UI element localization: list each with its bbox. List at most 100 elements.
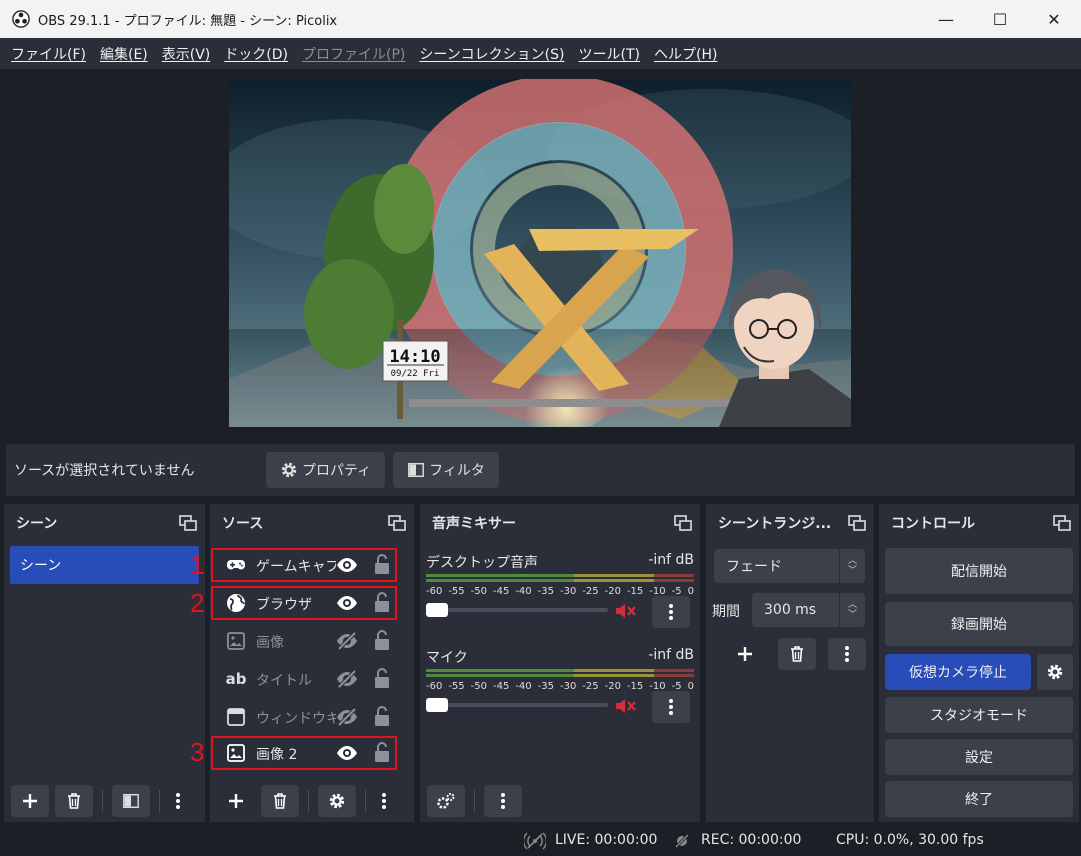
add-transition-button[interactable] [726, 638, 764, 670]
undock-icon[interactable] [674, 515, 692, 531]
title-bar: OBS 29.1.1 - プロファイル: 無題 - シーン: Picolix —… [0, 0, 1081, 38]
exit-button[interactable]: 終了 [885, 781, 1073, 817]
duration-label: 期間 [712, 604, 740, 620]
channel-menu-button[interactable] [652, 691, 690, 723]
menu-tools[interactable]: ツール(T) [572, 44, 647, 64]
filter-icon [123, 793, 139, 809]
sources-dock-title: ソース [222, 516, 264, 532]
lock-icon[interactable] [373, 629, 391, 651]
gear-icon [329, 793, 345, 809]
lock-icon[interactable] [373, 667, 391, 689]
volume-slider[interactable] [426, 603, 608, 617]
remove-transition-button[interactable] [778, 638, 816, 670]
channel-menu-button[interactable] [652, 596, 690, 628]
source-name: ウィンドウキャプチャ [256, 711, 336, 727]
highlight-box [211, 736, 397, 770]
sources-menu-button[interactable] [375, 785, 393, 817]
highlight-box [211, 548, 397, 582]
eye-hidden-icon[interactable] [336, 668, 358, 690]
menu-help[interactable]: ヘルプ(H) [647, 44, 724, 64]
volume-slider[interactable] [426, 698, 608, 712]
remove-scene-button[interactable] [55, 785, 93, 817]
studio-mode-button[interactable]: スタジオモード [885, 697, 1073, 733]
menu-docks[interactable]: ドック(D) [217, 44, 295, 64]
undock-icon[interactable] [388, 515, 406, 531]
mixer-toolbar [420, 780, 700, 822]
transitions-dock: シーントランジ... フェード ︿ ﹀ 期間 300 ms ︿ ﹀ [706, 504, 874, 822]
undock-icon[interactable] [848, 515, 866, 531]
menu-view[interactable]: 表示(V) [155, 44, 218, 64]
live-time: LIVE: 00:00:00 [555, 832, 658, 848]
mixer-menu-button[interactable] [484, 785, 522, 817]
undock-icon[interactable] [179, 515, 197, 531]
scenes-dock: シーン シーン [4, 504, 205, 822]
start-streaming-button[interactable]: 配信開始 [885, 548, 1073, 594]
settings-button[interactable]: 設定 [885, 739, 1073, 775]
volume-slider-handle[interactable] [426, 698, 448, 712]
lock-icon[interactable] [373, 705, 391, 727]
menu-edit[interactable]: 編集(E) [93, 44, 155, 64]
eye-hidden-icon[interactable] [336, 630, 358, 652]
properties-button[interactable]: プロパティ [266, 452, 386, 488]
start-recording-button[interactable]: 録画開始 [885, 602, 1073, 646]
volume-slider-handle[interactable] [426, 603, 448, 617]
virtual-camera-button[interactable]: 仮想カメラ停止 [885, 654, 1031, 690]
undock-icon[interactable] [1053, 515, 1071, 531]
close-button[interactable]: ✕ [1027, 0, 1081, 38]
menu-scene-collection[interactable]: シーンコレクション(S) [412, 44, 571, 64]
duration-spinbox[interactable]: 300 ms ︿ ﹀ [752, 593, 865, 627]
controls-title: コントロール [891, 516, 975, 532]
transition-toolbar [712, 638, 872, 670]
plus-icon [738, 647, 752, 661]
sources-toolbar [210, 780, 414, 822]
chevron-updown-icon: ︿ ﹀ [839, 549, 865, 583]
menu-profile[interactable]: プロファイル(P) [295, 44, 412, 64]
add-scene-button[interactable] [11, 785, 49, 817]
trash-icon [68, 793, 80, 809]
filters-label: フィルタ [429, 463, 485, 479]
add-source-button[interactable] [217, 785, 255, 817]
spinner-arrows-icon[interactable]: ︿ ﹀ [839, 593, 865, 627]
transition-selected: フェード [726, 559, 782, 575]
source-item[interactable]: ウィンドウキャプチャ [210, 699, 414, 735]
window-title: OBS 29.1.1 - プロファイル: 無題 - シーン: Picolix [38, 13, 338, 29]
eye-hidden-icon[interactable] [336, 706, 358, 728]
remove-source-button[interactable] [261, 785, 299, 817]
scene-item[interactable]: シーン [10, 546, 199, 584]
source-item[interactable]: ab タイトル [210, 661, 414, 697]
source-item[interactable]: 画像 [210, 623, 414, 659]
filters-button[interactable]: フィルタ [393, 452, 499, 488]
scenes-dock-title: シーン [16, 516, 58, 532]
source-name: タイトル [256, 673, 312, 689]
marker-number: 1 [190, 550, 205, 580]
source-properties-button[interactable] [318, 785, 356, 817]
more-vertical-icon [669, 699, 673, 715]
text-icon: ab [225, 670, 247, 688]
muted-speaker-icon[interactable] [614, 697, 638, 715]
maximize-button[interactable]: ☐ [973, 0, 1027, 38]
advanced-audio-button[interactable] [427, 785, 465, 817]
transition-menu-button[interactable] [828, 638, 866, 670]
mixer-channel: デスクトップ音声 -inf dB -60 -55 -50 -45 -40 -35 -30 -2… [426, 552, 694, 632]
plus-icon [23, 794, 37, 808]
marker-number: 2 [190, 588, 205, 618]
preview-scene-image: 14:10 09/22 Fri [229, 79, 851, 427]
more-vertical-icon [176, 793, 180, 809]
obs-logo-icon [12, 10, 30, 28]
virtual-camera-settings-button[interactable] [1037, 654, 1073, 690]
scenes-menu-button[interactable] [169, 785, 187, 817]
minimize-button[interactable]: — [919, 0, 973, 38]
clock-widget: 14:10 09/22 Fri [382, 340, 449, 382]
plus-icon [229, 794, 243, 808]
marker-number: 3 [190, 737, 205, 767]
muted-speaker-icon[interactable] [614, 602, 638, 620]
window-icon [226, 707, 246, 727]
preview-canvas[interactable]: 14:10 09/22 Fri [229, 79, 851, 427]
scene-filters-button[interactable] [112, 785, 150, 817]
status-bar: LIVE: 00:00:00 REC: 00:00:00 CPU: 0.0%, … [0, 826, 1081, 856]
menu-file[interactable]: ファイル(F) [4, 44, 93, 64]
clock-time: 14:10 [389, 347, 440, 367]
filter-icon [408, 462, 425, 478]
transition-select[interactable]: フェード ︿ ﹀ [714, 549, 865, 583]
no-source-selected-label: ソースが選択されていません [14, 463, 195, 479]
